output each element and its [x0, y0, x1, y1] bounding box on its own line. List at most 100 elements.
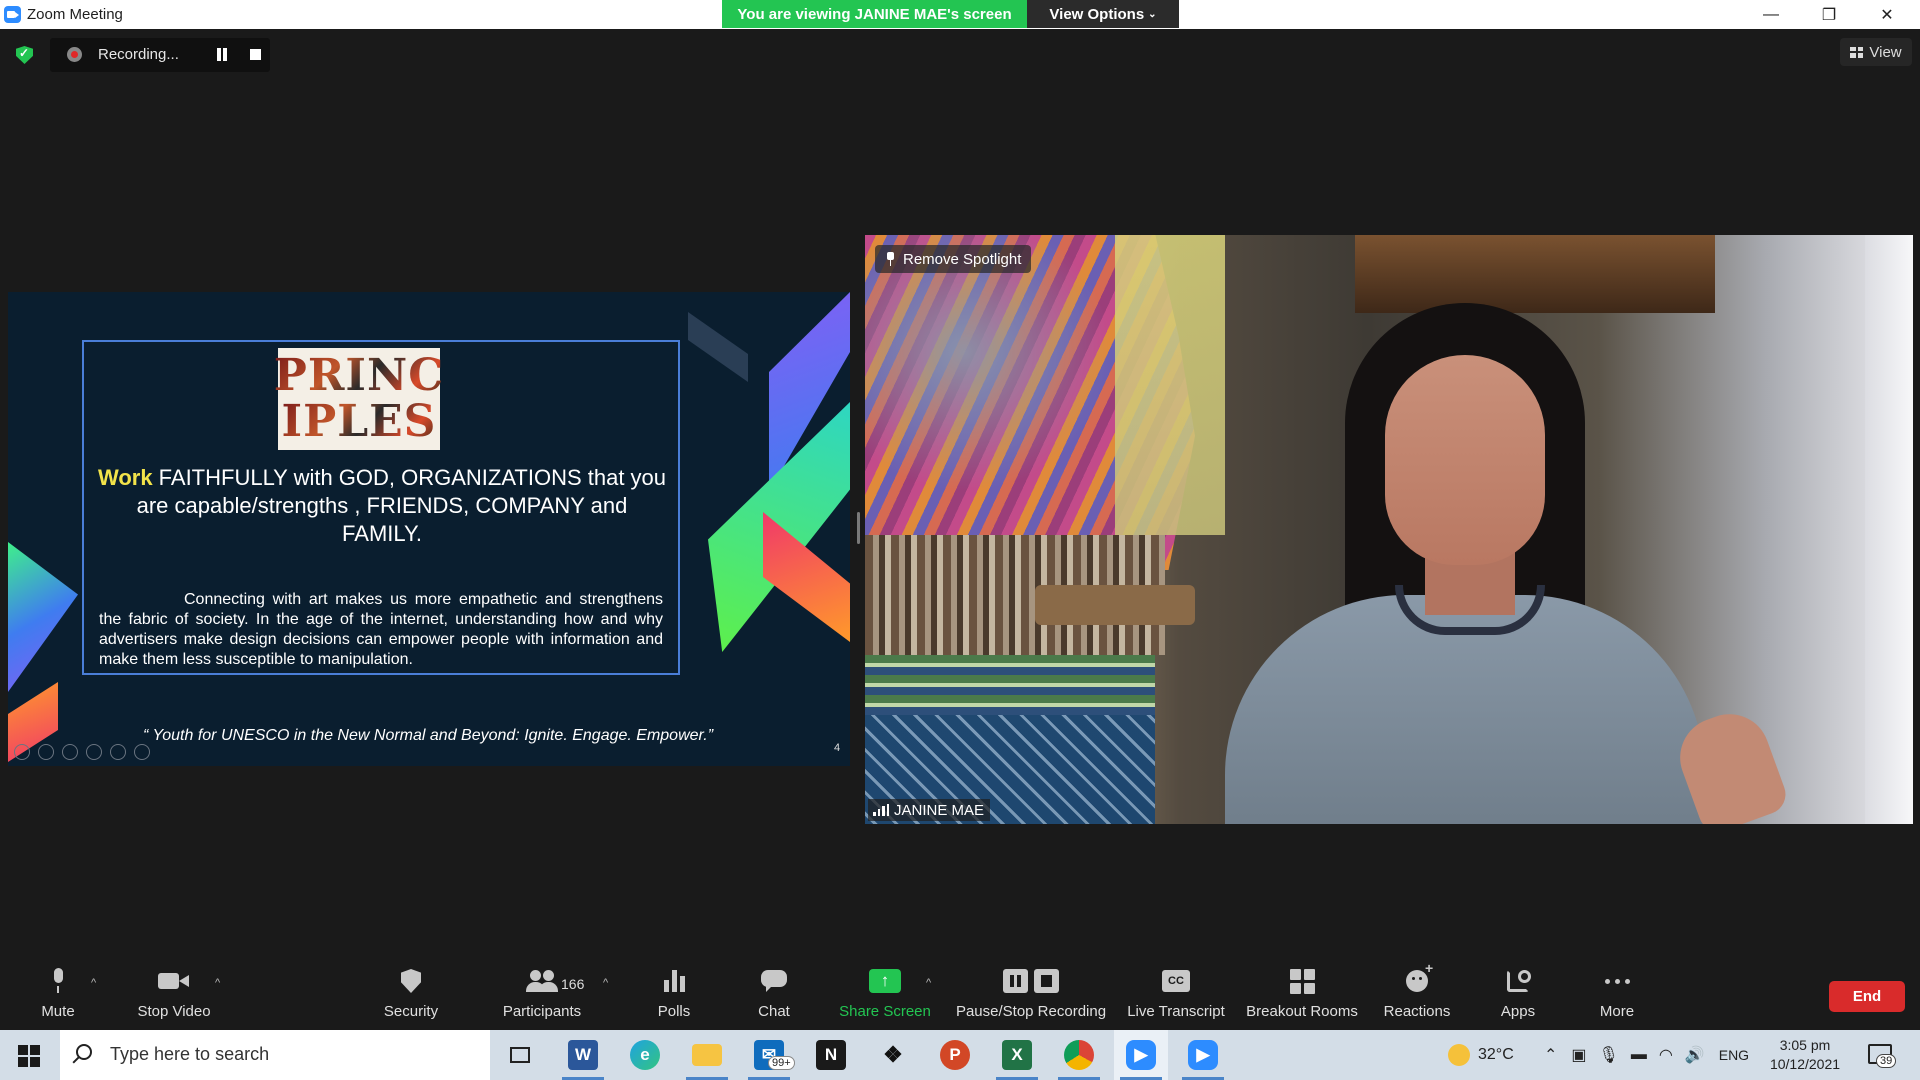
pause-stop-recording-button[interactable]: Pause/Stop Recording: [956, 961, 1106, 1030]
background-lamp: [1865, 235, 1913, 824]
audio-options-caret[interactable]: ^: [91, 977, 96, 989]
chat-button[interactable]: Chat: [752, 961, 796, 1030]
file-explorer-icon[interactable]: [680, 1030, 734, 1080]
apps-icon: [1507, 970, 1531, 992]
decor-shape: [688, 312, 748, 382]
taskbar-search-box[interactable]: Type here to search: [60, 1030, 490, 1080]
previous-slide-icon[interactable]: [14, 744, 30, 760]
more-dots-icon: [1604, 978, 1630, 984]
decor-shape: [8, 542, 78, 692]
participants-options-caret[interactable]: ^: [603, 977, 608, 989]
recording-label: Recording...: [98, 46, 179, 63]
live-transcript-button[interactable]: CC Live Transcript: [1126, 961, 1226, 1030]
slide-body-text: Connecting with art makes us more empath…: [99, 591, 663, 668]
system-tray: ⌃ ▣ 🎙 ▬ ◠ 🔊 ENG: [1544, 1030, 1749, 1080]
search-placeholder: Type here to search: [110, 1044, 270, 1064]
zoom-taskbar-icon[interactable]: ▶: [1114, 1030, 1168, 1080]
speaker-figure: [1165, 295, 1792, 824]
chevron-up-icon[interactable]: ⌃: [1544, 1045, 1557, 1065]
microphone-tray-icon[interactable]: 🎙: [1599, 1045, 1619, 1065]
encryption-shield-icon[interactable]: [16, 46, 33, 64]
end-meeting-button[interactable]: End: [1829, 981, 1905, 1012]
title-bar: Zoom Meeting You are viewing JANINE MAE'…: [0, 0, 1920, 29]
windows-taskbar: Type here to search W e ✉ 99+ N ❖ P X ▶ …: [0, 1030, 1920, 1080]
notion-icon[interactable]: N: [804, 1030, 858, 1080]
slide-headline: Work FAITHFULLY with GOD, ORGANIZATIONS …: [96, 464, 668, 548]
background-cloth-stripe: [865, 655, 1155, 715]
wifi-icon[interactable]: ◠: [1659, 1045, 1673, 1065]
participants-button[interactable]: Participants: [498, 961, 586, 1030]
reactions-button[interactable]: Reactions: [1382, 960, 1452, 1030]
next-slide-icon[interactable]: [38, 744, 54, 760]
slides-icon[interactable]: [86, 744, 102, 760]
zoom-app-icon: [4, 6, 21, 23]
microphone-icon: [51, 968, 65, 994]
more-options-icon[interactable]: [134, 744, 150, 760]
weather-widget[interactable]: 32°C: [1448, 1030, 1514, 1080]
close-button[interactable]: ✕: [1858, 0, 1916, 29]
zoom-icon[interactable]: [110, 744, 126, 760]
share-screen-button[interactable]: ↑ Share Screen: [838, 961, 932, 1030]
task-view-icon[interactable]: [493, 1030, 547, 1080]
slide-quote: “ Youth for UNESCO in the New Normal and…: [142, 727, 714, 744]
mail-badge: 99+: [768, 1056, 795, 1070]
share-options-caret[interactable]: ^: [926, 977, 931, 989]
weather-temp: 32°C: [1478, 1046, 1514, 1063]
word-icon[interactable]: W: [556, 1030, 610, 1080]
mute-button[interactable]: Mute: [30, 961, 86, 1030]
view-label: View: [1869, 43, 1902, 61]
breakout-rooms-button[interactable]: Breakout Rooms: [1244, 961, 1360, 1030]
windows-start-icon[interactable]: [18, 1045, 40, 1067]
apps-button[interactable]: Apps: [1498, 961, 1538, 1030]
powerpoint-icon[interactable]: P: [928, 1030, 982, 1080]
clock-date: 10/12/2021: [1769, 1056, 1841, 1072]
shared-screen-slide: PRINC IPLES Work FAITHFULLY with GOD, OR…: [8, 292, 850, 766]
principles-logo: PRINC IPLES: [274, 348, 443, 450]
chrome-icon[interactable]: [1052, 1030, 1106, 1080]
view-options-button[interactable]: View Options ⌄: [1027, 0, 1179, 28]
participants-icon: [526, 970, 558, 992]
view-layout-button[interactable]: View: [1840, 38, 1912, 66]
pen-icon[interactable]: [62, 744, 78, 760]
chevron-down-icon: ⌄: [1148, 8, 1157, 20]
more-button[interactable]: More: [1595, 961, 1639, 1030]
breakout-rooms-icon: [1289, 968, 1315, 994]
security-shield-icon: [401, 969, 421, 993]
participant-name: JANINE MAE: [894, 801, 985, 819]
grid-view-icon: [1850, 46, 1864, 58]
battery-icon[interactable]: ▬: [1631, 1046, 1647, 1064]
dropbox-icon[interactable]: ❖: [866, 1030, 920, 1080]
polls-icon: [663, 970, 685, 992]
stop-video-button[interactable]: Stop Video: [130, 961, 218, 1030]
remove-spotlight-button[interactable]: Remove Spotlight: [875, 245, 1032, 273]
remove-spotlight-label: Remove Spotlight: [903, 250, 1022, 268]
closed-captions-icon: CC: [1162, 970, 1190, 992]
camera-icon: [158, 971, 190, 991]
taskbar-clock[interactable]: 3:05 pm 10/12/2021: [1760, 1036, 1850, 1074]
slideshow-toolbar: [14, 744, 150, 760]
meeting-controls: Mute ^ Stop Video ^ Security Participant…: [0, 960, 1920, 1030]
security-button[interactable]: Security: [380, 961, 442, 1030]
excel-icon[interactable]: X: [990, 1030, 1044, 1080]
search-icon: [76, 1044, 92, 1060]
clock-time: 3:05 pm: [1779, 1037, 1831, 1053]
viewing-screen-banner: You are viewing JANINE MAE's screen: [722, 0, 1027, 28]
headline-highlight: Work: [97, 465, 153, 490]
chat-icon: [761, 970, 787, 992]
signal-strength-icon: [873, 804, 889, 816]
stop-recording-icon[interactable]: [250, 49, 261, 60]
edge-icon[interactable]: e: [618, 1030, 672, 1080]
splitter-handle[interactable]: [857, 512, 860, 544]
recording-dot-icon: [67, 47, 82, 62]
video-options-caret[interactable]: ^: [215, 977, 220, 989]
device-icon[interactable]: ▣: [1571, 1045, 1586, 1065]
mail-icon[interactable]: ✉ 99+: [742, 1030, 796, 1080]
restore-button[interactable]: ❐: [1800, 0, 1858, 29]
participant-video[interactable]: Remove Spotlight JANINE MAE: [865, 235, 1913, 824]
polls-button[interactable]: Polls: [650, 961, 698, 1030]
language-indicator[interactable]: ENG: [1719, 1047, 1749, 1063]
minimize-button[interactable]: —: [1742, 0, 1800, 29]
volume-icon[interactable]: 🔊: [1685, 1045, 1705, 1065]
pause-recording-icon[interactable]: [216, 48, 229, 61]
zoom-meeting-taskbar-icon[interactable]: ▶: [1176, 1030, 1230, 1080]
